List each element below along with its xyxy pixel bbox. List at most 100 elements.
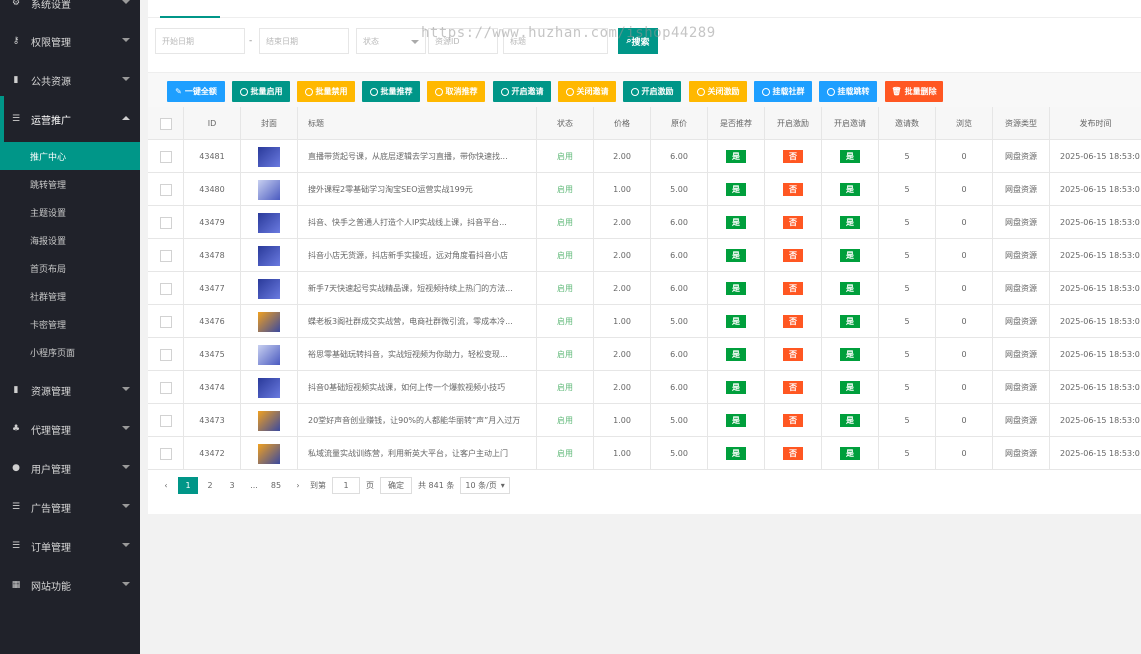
invite-toggle[interactable]: 是 xyxy=(840,381,860,394)
col-header-price[interactable]: 价格 xyxy=(594,107,651,140)
recommend-toggle[interactable]: 是 xyxy=(726,282,746,295)
invite-toggle[interactable]: 是 xyxy=(840,348,860,361)
invite-toggle[interactable]: 是 xyxy=(840,183,860,196)
row-checkbox[interactable] xyxy=(159,414,172,427)
select-all-checkbox[interactable] xyxy=(159,117,172,130)
col-header-invites[interactable]: 邀请数 xyxy=(879,107,936,140)
incentive-toggle[interactable]: 否 xyxy=(783,282,803,295)
sidebar-item-system-settings[interactable]: ⚙ 系统设置 xyxy=(0,0,140,22)
status-text[interactable]: 启用 xyxy=(557,184,573,195)
cover-image[interactable] xyxy=(258,179,280,200)
incentive-toggle[interactable]: 否 xyxy=(783,216,803,229)
page-2[interactable]: 2 xyxy=(200,477,220,494)
cover-image[interactable] xyxy=(258,377,280,398)
disable-invite-button[interactable]: 关闭邀请 xyxy=(558,81,616,102)
row-checkbox[interactable] xyxy=(159,183,172,196)
goto-page-input[interactable]: 1 xyxy=(332,476,360,494)
row-checkbox[interactable] xyxy=(159,150,172,163)
row-checkbox[interactable] xyxy=(159,447,172,460)
sub-item-poster[interactable]: 海报设置 xyxy=(0,226,140,254)
cover-image[interactable] xyxy=(258,344,280,365)
page-last[interactable]: 85 xyxy=(266,477,286,494)
incentive-toggle[interactable]: 否 xyxy=(783,183,803,196)
col-header-time[interactable]: 发布时间 xyxy=(1050,107,1141,140)
cover-image[interactable] xyxy=(258,311,280,332)
page-1[interactable]: 1 xyxy=(178,476,198,494)
status-text[interactable]: 启用 xyxy=(557,349,573,360)
bulk-recommend-button[interactable]: 批量推荐 xyxy=(362,81,420,102)
recommend-toggle[interactable]: 是 xyxy=(726,414,746,427)
cover-image[interactable] xyxy=(258,278,280,299)
cover-image[interactable] xyxy=(258,410,280,431)
row-checkbox[interactable] xyxy=(159,348,172,361)
sidebar-item-resources[interactable]: ▮ 资源管理 xyxy=(0,371,140,409)
cover-image[interactable] xyxy=(258,443,280,464)
sidebar-item-users[interactable]: ● 用户管理 xyxy=(0,449,140,487)
sub-item-theme[interactable]: 主题设置 xyxy=(0,198,140,226)
invite-toggle[interactable]: 是 xyxy=(840,150,860,163)
cover-image[interactable] xyxy=(258,245,280,266)
incentive-toggle[interactable]: 否 xyxy=(783,315,803,328)
sub-item-promotion-center[interactable]: 推广中心 xyxy=(0,142,140,170)
end-date-input[interactable]: 结束日期 xyxy=(259,28,349,54)
recommend-toggle[interactable]: 是 xyxy=(726,348,746,361)
sidebar-item-public-resources[interactable]: ▮ 公共资源 xyxy=(0,61,140,99)
row-checkbox[interactable] xyxy=(159,315,172,328)
col-header-views[interactable]: 浏览 xyxy=(936,107,993,140)
recommend-toggle[interactable]: 是 xyxy=(726,315,746,328)
invite-toggle[interactable]: 是 xyxy=(840,414,860,427)
incentive-toggle[interactable]: 否 xyxy=(783,348,803,361)
cover-image[interactable] xyxy=(258,212,280,233)
recommend-toggle[interactable]: 是 xyxy=(726,249,746,262)
enable-invite-button[interactable]: 开启邀请 xyxy=(493,81,551,102)
row-checkbox[interactable] xyxy=(159,216,172,229)
mount-community-button[interactable]: 挂载社群 xyxy=(754,81,812,102)
sub-item-home-layout[interactable]: 首页布局 xyxy=(0,254,140,282)
bulk-delete-button[interactable]: 🗑 批量删除 xyxy=(885,81,943,102)
invite-toggle[interactable]: 是 xyxy=(840,282,860,295)
recommend-toggle[interactable]: 是 xyxy=(726,381,746,394)
status-text[interactable]: 启用 xyxy=(557,250,573,261)
status-text[interactable]: 启用 xyxy=(557,316,573,327)
sub-item-mini-program[interactable]: 小程序页面 xyxy=(0,338,140,366)
recommend-toggle[interactable]: 是 xyxy=(726,216,746,229)
sub-item-card-keys[interactable]: 卡密管理 xyxy=(0,310,140,338)
invite-toggle[interactable]: 是 xyxy=(840,249,860,262)
col-header-orig-price[interactable]: 原价 xyxy=(651,107,708,140)
recommend-toggle[interactable]: 是 xyxy=(726,150,746,163)
incentive-toggle[interactable]: 否 xyxy=(783,414,803,427)
sub-item-redirect[interactable]: 跳转管理 xyxy=(0,170,140,198)
full-amount-button[interactable]: ✎ 一键全额 xyxy=(167,81,225,102)
bulk-disable-button[interactable]: 批量禁用 xyxy=(297,81,355,102)
start-date-input[interactable]: 开始日期 xyxy=(155,28,245,54)
sidebar-item-site-functions[interactable]: ▦ 网站功能 xyxy=(0,566,140,604)
recommend-toggle[interactable]: 是 xyxy=(726,447,746,460)
row-checkbox[interactable] xyxy=(159,381,172,394)
invite-toggle[interactable]: 是 xyxy=(840,315,860,328)
status-text[interactable]: 启用 xyxy=(557,217,573,228)
page-3[interactable]: 3 xyxy=(222,477,242,494)
incentive-toggle[interactable]: 否 xyxy=(783,381,803,394)
sidebar-item-agents[interactable]: ♣ 代理管理 xyxy=(0,410,140,448)
sidebar-item-permissions[interactable]: ⚷ 权限管理 xyxy=(0,22,140,60)
enable-incentive-button[interactable]: 开启激励 xyxy=(623,81,681,102)
invite-toggle[interactable]: 是 xyxy=(840,447,860,460)
sidebar-item-orders[interactable]: ☰ 订单管理 xyxy=(0,527,140,565)
bulk-enable-button[interactable]: 批量启用 xyxy=(232,81,290,102)
next-page-icon[interactable]: › xyxy=(288,477,308,494)
status-text[interactable]: 启用 xyxy=(557,448,573,459)
status-text[interactable]: 启用 xyxy=(557,382,573,393)
status-text[interactable]: 启用 xyxy=(557,151,573,162)
incentive-toggle[interactable]: 否 xyxy=(783,447,803,460)
row-checkbox[interactable] xyxy=(159,249,172,262)
invite-toggle[interactable]: 是 xyxy=(840,216,860,229)
status-text[interactable]: 启用 xyxy=(557,415,573,426)
incentive-toggle[interactable]: 否 xyxy=(783,249,803,262)
sidebar-item-ads[interactable]: ☰ 广告管理 xyxy=(0,488,140,526)
cancel-recommend-button[interactable]: 取消推荐 xyxy=(427,81,485,102)
status-text[interactable]: 启用 xyxy=(557,283,573,294)
prev-page-icon[interactable]: ‹ xyxy=(156,477,176,494)
recommend-toggle[interactable]: 是 xyxy=(726,183,746,196)
cover-image[interactable] xyxy=(258,146,280,167)
disable-incentive-button[interactable]: 关闭激励 xyxy=(689,81,747,102)
